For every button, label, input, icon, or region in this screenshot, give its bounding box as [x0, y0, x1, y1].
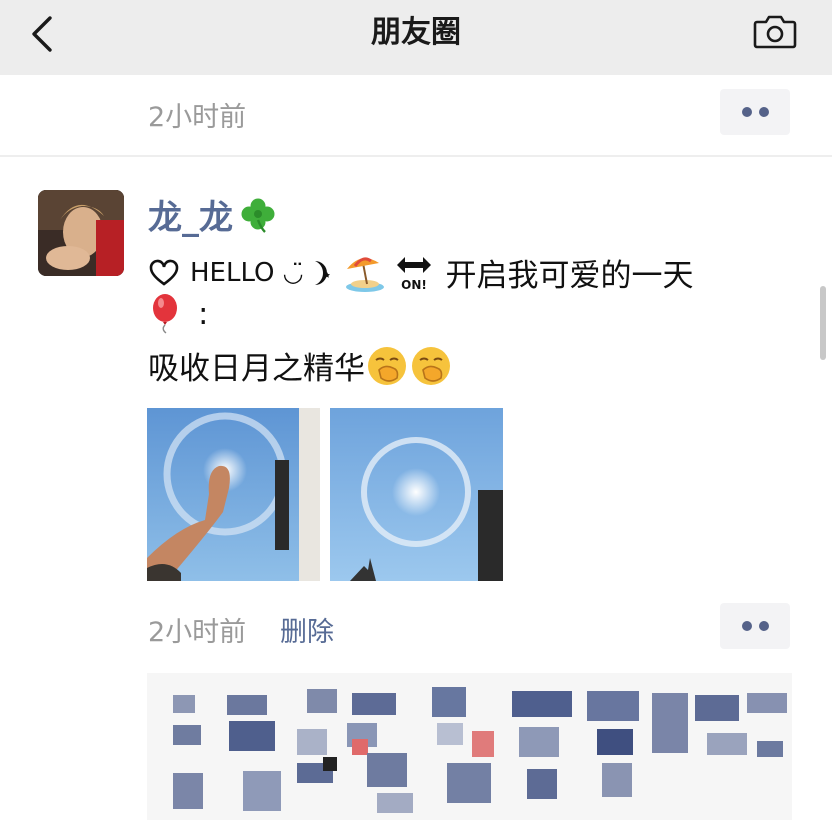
hello-text: HELLO	[190, 257, 275, 288]
camera-icon[interactable]	[752, 14, 798, 50]
heart-icon	[149, 259, 179, 286]
author-name[interactable]: 龙_龙	[148, 190, 233, 239]
post-line2-tail: :	[198, 296, 209, 332]
moon-icon	[315, 260, 331, 285]
post-text-line-3: 吸收日月之精华	[148, 343, 453, 388]
more-icon	[742, 107, 752, 117]
more-button[interactable]	[720, 603, 790, 649]
page-title: 朋友圈	[371, 15, 461, 50]
post-line1-tail: 开启我可爱的一天	[445, 258, 694, 294]
post-line3-text: 吸收日月之精华	[148, 351, 365, 387]
hand-over-mouth-icon	[368, 346, 406, 385]
clover-icon	[241, 198, 275, 233]
nav-bar: 朋友圈	[0, 0, 832, 75]
delete-link[interactable]: 删除	[280, 610, 334, 649]
on-arrow-icon: ON!	[397, 256, 432, 292]
smile-glyph: ◡̈	[282, 258, 304, 287]
balloon-icon	[153, 294, 177, 334]
svg-text:ON!: ON!	[402, 278, 428, 292]
post-divider	[0, 155, 832, 157]
scrollbar[interactable]	[820, 286, 826, 360]
avatar[interactable]	[38, 190, 124, 276]
post-photo[interactable]	[147, 408, 320, 581]
hand-over-mouth-icon	[412, 346, 450, 385]
pixelated-comments	[147, 673, 792, 820]
post-time: 2小时前	[148, 617, 247, 648]
more-button[interactable]	[720, 89, 790, 135]
post-text-line-1: HELLO ◡̈ ON! 开启我可爱的一天	[148, 250, 693, 295]
post-text-line-2: :	[148, 293, 208, 335]
post-photo[interactable]	[330, 408, 503, 581]
previous-post-time: 2小时前	[148, 102, 247, 133]
more-icon	[742, 621, 752, 631]
beach-umbrella-icon	[346, 256, 385, 292]
author-name-row: 龙_龙	[148, 190, 277, 239]
